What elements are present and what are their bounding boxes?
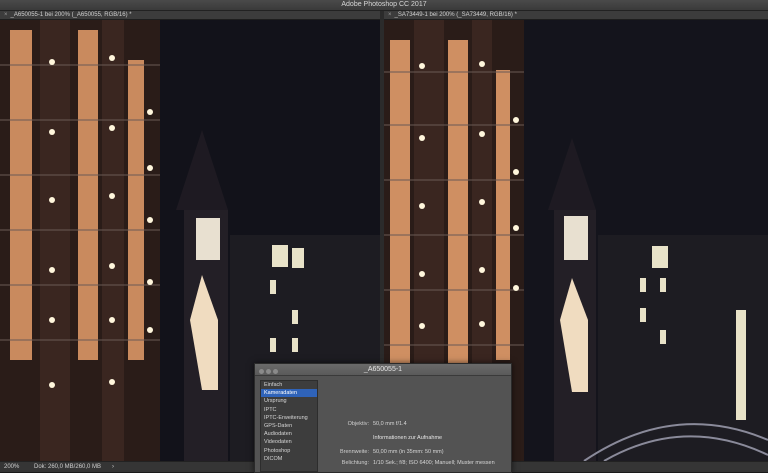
close-icon[interactable]: × — [388, 11, 392, 20]
exposure-row: Belichtung: 1/10 Sek.; f/8; ISO 6400; Ma… — [321, 459, 509, 467]
tab-left-document[interactable]: × _A650055-1 bei 200% (_A650055, RGB/16) … — [0, 11, 380, 20]
minimize-window-icon[interactable] — [266, 369, 271, 374]
focal-value[interactable]: 50,00 mm (in 35mm: 50 mm) — [373, 448, 444, 456]
category-item-videodaten[interactable]: Videodaten — [261, 438, 317, 446]
exposure-value[interactable]: 1/10 Sek.; f/8; ISO 6400; Manuell; Muste… — [373, 459, 495, 467]
section-title: Informationen zur Aufnahme — [373, 435, 443, 441]
category-item-iptc-erweiterung[interactable]: IPTC-Erweiterung — [261, 414, 317, 422]
app-title: Adobe Photoshop CC 2017 — [341, 1, 427, 8]
dialog-titlebar[interactable]: _A650055-1 — [255, 364, 511, 376]
category-item-gps-daten[interactable]: GPS-Daten — [261, 422, 317, 430]
close-icon[interactable]: × — [4, 11, 8, 20]
file-info-dialog: _A650055-1 Einfach Kameradaten Ursprung … — [254, 363, 512, 473]
tab-left-label: _A650055-1 bei 200% (_A650055, RGB/16) * — [10, 12, 132, 18]
category-item-kameradaten[interactable]: Kameradaten — [261, 389, 317, 398]
category-item-iptc[interactable]: IPTC — [261, 406, 317, 414]
category-item-audiodaten[interactable]: Audiodaten — [261, 430, 317, 438]
focal-label: Brennweite: — [339, 449, 369, 455]
objective-value[interactable]: 50,0 mm f/1.4 — [373, 420, 407, 428]
window-controls — [259, 367, 280, 378]
category-list[interactable]: Einfach Kameradaten Ursprung IPTC IPTC-E… — [260, 380, 318, 472]
app-titlebar: Adobe Photoshop CC 2017 — [0, 0, 768, 11]
tab-right-document[interactable]: × _SA73449-1 bei 200% (_SA73449, RGB/16) … — [384, 11, 768, 20]
tab-right-label: _SA73449-1 bei 200% (_SA73449, RGB/16) * — [394, 12, 517, 18]
focal-row: Brennweite: 50,00 mm (in 35mm: 50 mm) — [321, 448, 509, 456]
category-item-dicom[interactable]: DICOM — [261, 455, 317, 463]
dialog-title: _A650055-1 — [363, 366, 403, 373]
objective-row: Objektiv: 50,0 mm f/1.4 — [321, 420, 509, 428]
category-item-einfach[interactable]: Einfach — [261, 381, 317, 389]
camera-data-panel: Objektiv: 50,0 mm f/1.4 Informationen zu… — [321, 380, 509, 470]
close-window-icon[interactable] — [259, 369, 264, 374]
category-item-photoshop[interactable]: Photoshop — [261, 447, 317, 455]
category-item-ursprung[interactable]: Ursprung — [261, 397, 317, 405]
objective-label: Objektiv: — [347, 421, 369, 427]
zoom-window-icon[interactable] — [273, 369, 278, 374]
exposure-label: Belichtung: — [341, 460, 369, 466]
